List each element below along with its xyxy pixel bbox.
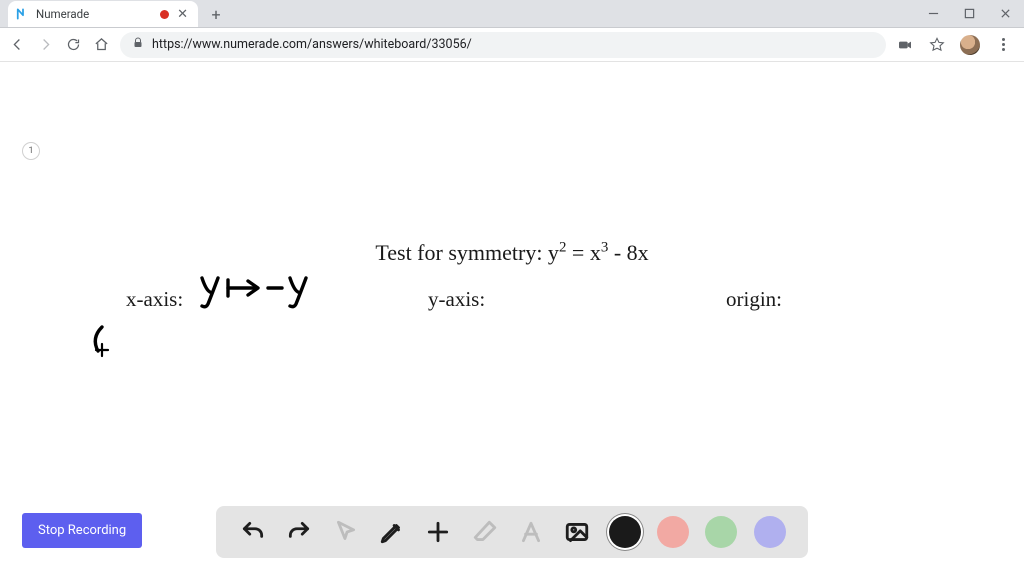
tab-title: Numerade — [36, 7, 154, 21]
browser-right-icons — [896, 35, 1016, 55]
color-swatch-purple[interactable] — [754, 516, 786, 548]
stop-recording-label: Stop Recording — [38, 523, 126, 538]
equation-text: Test for symmetry: y2 = x3 - 8x — [375, 240, 648, 266]
profile-avatar[interactable] — [960, 35, 980, 55]
nav-back-button[interactable] — [8, 36, 26, 54]
color-swatch-red[interactable] — [657, 516, 689, 548]
undo-button[interactable] — [238, 517, 268, 547]
nav-reload-button[interactable] — [64, 36, 82, 54]
url-input[interactable]: https://www.numerade.com/answers/whitebo… — [120, 32, 886, 58]
stop-recording-button[interactable]: Stop Recording — [22, 513, 142, 548]
lock-icon — [132, 37, 144, 53]
nav-forward-button[interactable] — [36, 36, 54, 54]
color-swatch-black[interactable] — [609, 516, 641, 548]
nav-home-button[interactable] — [92, 36, 110, 54]
image-tool[interactable] — [562, 517, 592, 547]
browser-address-bar: https://www.numerade.com/answers/whitebo… — [0, 28, 1024, 62]
chrome-menu-button[interactable] — [994, 36, 1012, 54]
origin-label: origin: — [726, 287, 782, 312]
recording-indicator-icon — [160, 10, 169, 19]
numerade-favicon — [16, 7, 30, 21]
url-text: https://www.numerade.com/answers/whitebo… — [152, 37, 472, 52]
add-tool[interactable] — [423, 517, 453, 547]
handwriting-open-paren — [88, 324, 116, 358]
text-tool[interactable] — [516, 517, 546, 547]
window-maximize-button[interactable] — [962, 7, 976, 21]
handwriting-xaxis-substitution — [198, 272, 318, 312]
window-close-button[interactable] — [998, 7, 1012, 21]
bookmark-star-icon[interactable] — [928, 36, 946, 54]
tab-close-button[interactable]: ✕ — [175, 7, 190, 22]
new-tab-button[interactable]: + — [204, 2, 228, 26]
camera-icon[interactable] — [896, 36, 914, 54]
pen-tool[interactable] — [377, 517, 407, 547]
whiteboard-canvas[interactable]: 1 Test for symmetry: y2 = x3 - 8x x-axis… — [0, 62, 1024, 576]
color-swatch-green[interactable] — [705, 516, 737, 548]
window-controls — [926, 0, 1024, 27]
redo-button[interactable] — [284, 517, 314, 547]
xaxis-label: x-axis: — [126, 287, 183, 312]
yaxis-label: y-axis: — [428, 287, 485, 312]
page-number-badge[interactable]: 1 — [22, 142, 40, 160]
browser-tab-active[interactable]: Numerade ✕ — [8, 1, 198, 27]
browser-tab-bar: Numerade ✕ + — [0, 0, 1024, 28]
eraser-tool[interactable] — [470, 517, 500, 547]
window-minimize-button[interactable] — [926, 7, 940, 21]
whiteboard-toolbar — [216, 506, 808, 558]
page-number: 1 — [28, 146, 33, 156]
pointer-tool[interactable] — [331, 517, 361, 547]
